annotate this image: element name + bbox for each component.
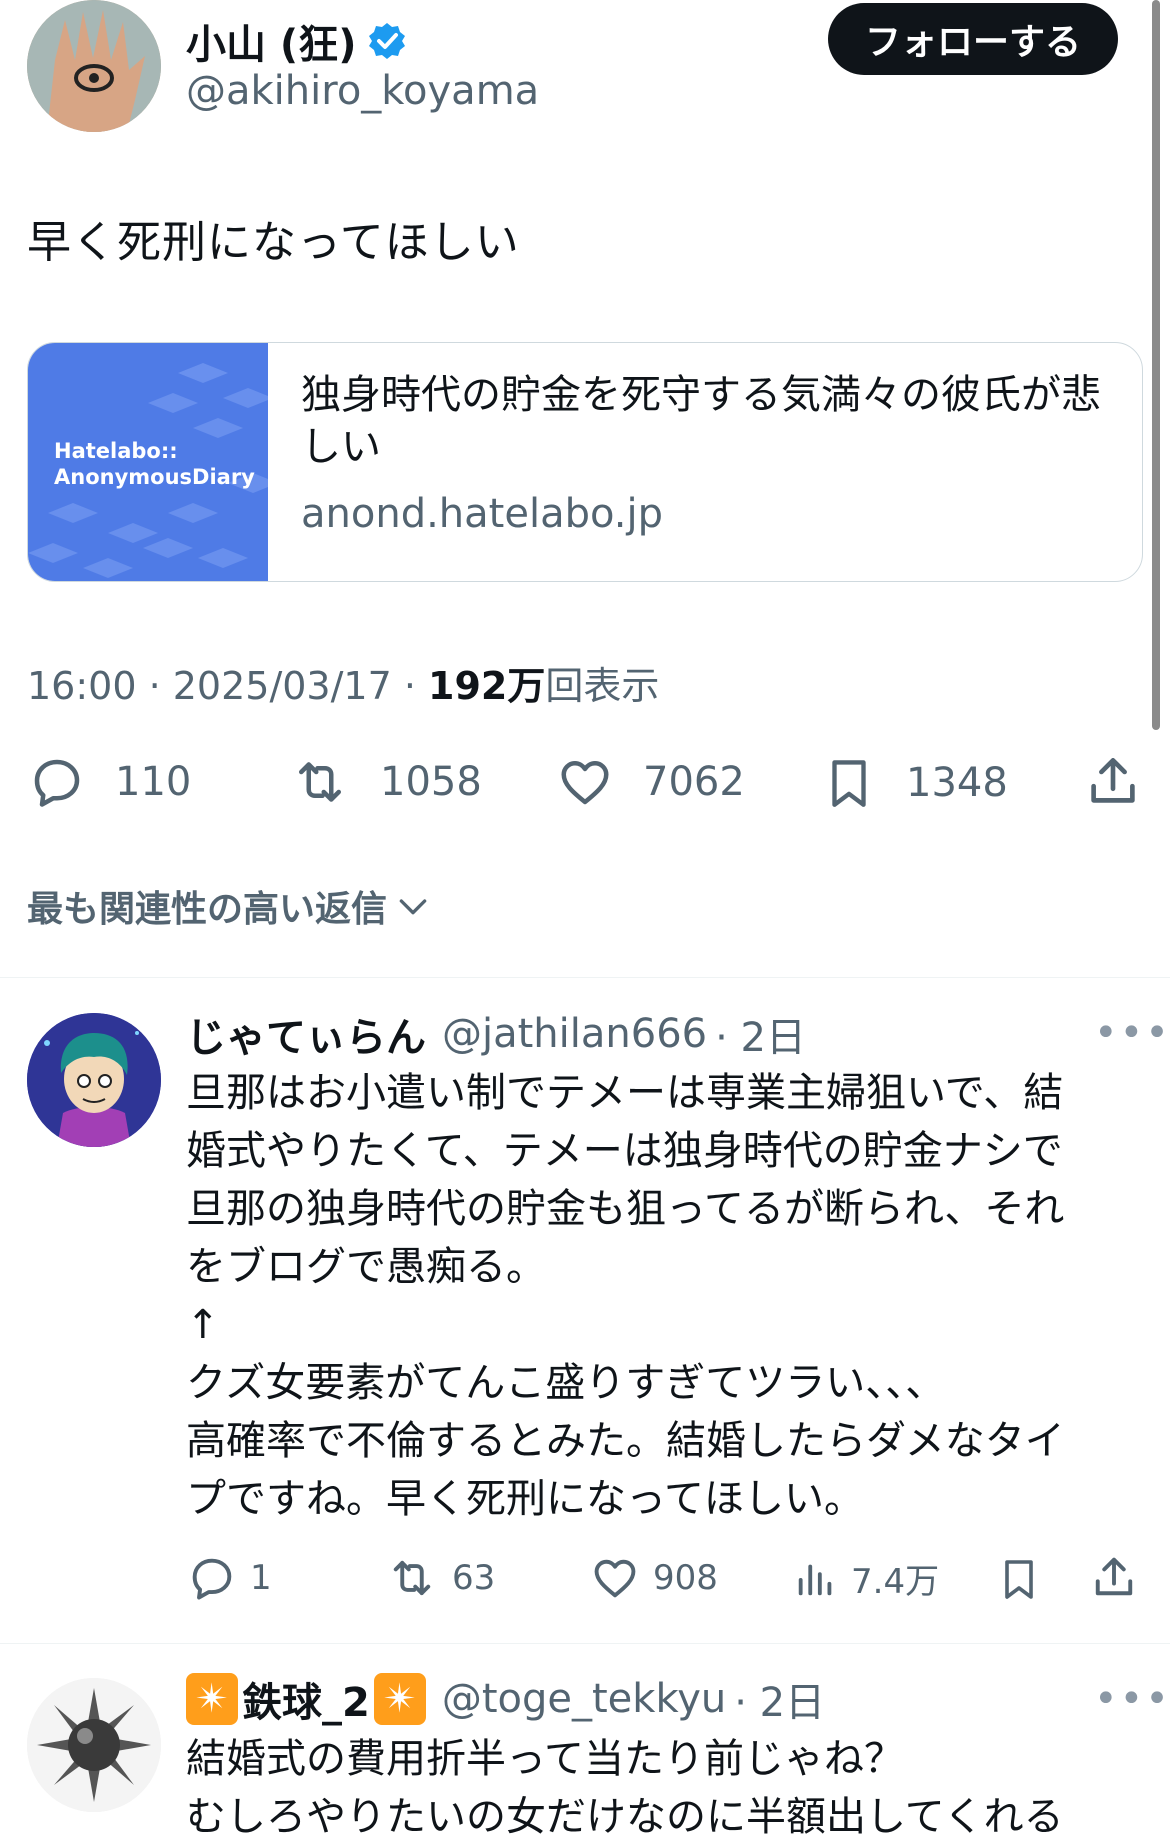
bookmark-count: 1348 [906,760,1008,806]
share-action[interactable] [1082,750,1144,812]
reply-icon [192,1558,232,1600]
like-count: 7062 [643,759,745,805]
reply-author-name[interactable]: じゃてぃらん [186,1005,426,1063]
reply-line: 結婚式の費用折半って当たり前じゃね？ [186,1736,904,1782]
more-options-icon[interactable]: ••• [1094,1676,1170,1722]
reply-header: 鉄球_2 @toge_tekkyu · 2日 [186,1670,825,1728]
follow-button[interactable]: フォローする [828,3,1118,75]
reply-views-action[interactable]: 7.4万 [793,1552,939,1604]
verified-badge-icon [367,21,407,61]
reply-retweet-count: 63 [452,1558,496,1598]
link-card-domain: anond.hatelabo.jp [301,491,663,537]
chevron-down-icon [399,899,427,915]
reply-line: プですね。早く死刑になってほしい。 [186,1476,864,1522]
reply-header: じゃてぃらん @jathilan666 · 2日 [186,1005,806,1063]
author-handle[interactable]: @akihiro_koyama [186,68,539,114]
share-icon [1095,1557,1133,1596]
reply-text: 旦那はお小遣い制でテメーは専業主婦狙いで、結 婚式やりたくて、テメーは独身時代の… [186,1064,1126,1528]
reply-line: 旦那はお小遣い制でテメーは専業主婦狙いで、結 [186,1070,1064,1116]
tweet-text: 早く死刑になってほしい [27,217,520,268]
reply-line: 旦那の独身時代の貯金も狙ってるが断られ、それ [186,1186,1065,1232]
tweet-timestamp[interactable]: 16:00 · 2025/03/17 · [27,664,428,708]
reply-sort-label: 最も関連性の高い返信 [27,889,388,930]
view-label: 回表示 [545,664,660,708]
reply-icon [34,759,80,807]
reply-retweet-action[interactable]: 63 [384,1552,495,1604]
divider [0,977,1170,978]
reply-line: むしろやりたいの女だけなのに半額出してくれる [186,1794,1064,1840]
reply-avatar[interactable] [27,1678,161,1812]
retweet-icon [393,1560,431,1596]
link-card-title: 独身時代の貯金を死守する気満々の彼氏が悲しい [301,372,1101,470]
reply-count: 110 [115,759,192,805]
sparkle-emoji-icon [373,1673,426,1725]
reply-line: クズ女要素がてんこ盛りすぎてツラい、、、 [186,1360,946,1406]
retweet-icon [299,762,341,802]
reply-like-action[interactable]: 908 [589,1552,718,1604]
heart-icon [561,761,609,805]
reply-age[interactable]: · 2日 [715,1005,806,1063]
reply-reply-action[interactable]: 1 [186,1552,272,1604]
reply-line: ↑ [186,1302,220,1348]
reply-author-handle[interactable]: @toge_tekkyu [442,1676,726,1722]
heart-icon [594,1559,636,1598]
divider [0,1643,1170,1644]
more-options-icon[interactable]: ••• [1094,1010,1170,1056]
reply-action[interactable]: 110 [27,752,191,812]
reply-avatar[interactable] [27,1013,161,1147]
reply-sort-dropdown[interactable]: 最も関連性の高い返信 [27,880,433,932]
reply-text: 結婚式の費用折半って当たり前じゃね？ むしろやりたいの女だけなのに半額出してくれ… [186,1730,1126,1846]
link-card[interactable]: Hatelabo:: AnonymousDiary 独身時代の貯金を死守する気満… [27,342,1143,582]
reply-like-count: 908 [653,1558,718,1598]
link-card-image: Hatelabo:: AnonymousDiary [28,343,268,581]
share-icon [1091,758,1135,803]
reply-line: 高確率で不倫するとみた。結婚したらダメなタイ [186,1418,1065,1464]
analytics-icon [798,1564,832,1596]
scrollbar[interactable] [1152,0,1160,730]
reply-author-handle[interactable]: @jathilan666 [442,1011,707,1057]
like-action[interactable]: 7062 [555,752,745,812]
reply-reply-count: 1 [250,1558,272,1598]
reply-age[interactable]: · 2日 [734,1670,825,1728]
bookmark-icon [1005,1560,1033,1599]
author-avatar[interactable] [27,0,161,132]
bookmark-icon [832,760,866,807]
tweet-meta: 16:00 · 2025/03/17 · 192万回表示 [27,655,659,710]
reply-share-action[interactable] [1088,1550,1140,1604]
card-image-logo-line1: Hatelabo:: [54,439,178,463]
reply-line: をブログで愚痴る。 [186,1244,546,1290]
retweet-action[interactable]: 1058 [288,752,482,812]
card-image-logo-line2: AnonymousDiary [54,465,255,489]
view-count: 192万 [428,664,546,708]
sparkle-emoji-icon [186,1673,238,1725]
bookmark-action[interactable]: 1348 [820,752,1008,814]
author-name[interactable]: 小山 (狂) [186,12,357,70]
retweet-count: 1058 [380,759,482,805]
reply-author-name[interactable]: 鉄球_2 [242,1670,370,1728]
reply-view-count: 7.4万 [851,1561,940,1602]
reply-line: 婚式やりたくて、テメーは独身時代の貯金ナシで [186,1128,1063,1174]
reply-bookmark-action[interactable] [995,1552,1043,1606]
